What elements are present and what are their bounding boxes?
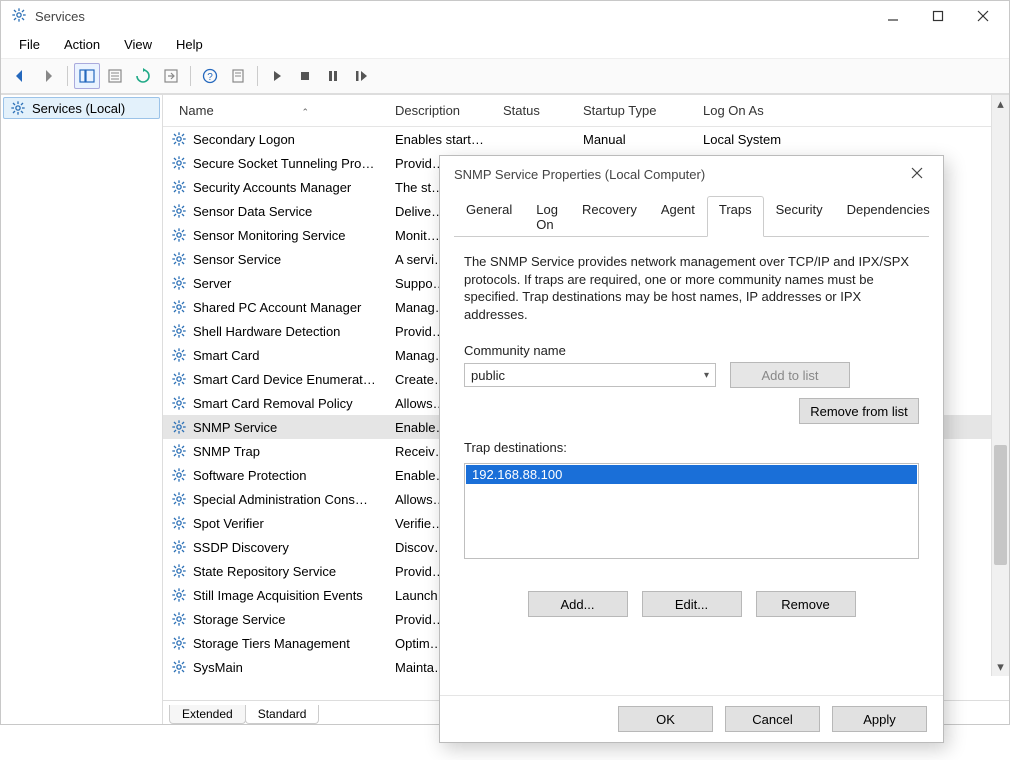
trap-destination-item[interactable]: 192.168.88.100 (466, 465, 917, 484)
gear-icon (171, 659, 187, 675)
gear-icon (11, 7, 27, 26)
edit-destination-button[interactable]: Edit... (642, 591, 742, 617)
restart-service-button[interactable] (348, 63, 374, 89)
gear-icon (171, 371, 187, 387)
menu-action[interactable]: Action (54, 35, 110, 54)
gear-icon (171, 347, 187, 363)
column-name[interactable]: Name⌃ (163, 99, 387, 122)
column-headers: Name⌃ Description Status Startup Type Lo… (163, 95, 1009, 127)
gear-icon (171, 515, 187, 531)
chevron-down-icon: ▾ (704, 370, 709, 381)
gear-icon (171, 539, 187, 555)
dialog-title: SNMP Service Properties (Local Computer) (454, 167, 901, 182)
dialog-tab-recovery[interactable]: Recovery (570, 196, 649, 237)
dialog-tabs: GeneralLog OnRecoveryAgentTrapsSecurityD… (454, 196, 929, 237)
dialog-titlebar: SNMP Service Properties (Local Computer) (440, 156, 943, 192)
scrollbar[interactable]: ▴ ▾ (991, 95, 1009, 676)
gear-icon (171, 299, 187, 315)
gear-icon (171, 587, 187, 603)
dialog-tab-dependencies[interactable]: Dependencies (835, 196, 942, 237)
refresh-button[interactable] (130, 63, 156, 89)
maximize-button[interactable] (915, 2, 960, 30)
gear-icon (171, 251, 187, 267)
trap-destinations-listbox[interactable]: 192.168.88.100 (464, 463, 919, 559)
titlebar: Services (1, 1, 1009, 31)
properties-button[interactable] (102, 63, 128, 89)
add-to-list-button[interactable]: Add to list (730, 362, 850, 388)
show-hide-tree-button[interactable] (74, 63, 100, 89)
tree-item-label: Services (Local) (32, 101, 125, 116)
trap-destinations-label: Trap destinations: (464, 440, 919, 455)
start-service-button[interactable] (264, 63, 290, 89)
ok-button[interactable]: OK (618, 706, 713, 732)
scroll-thumb[interactable] (994, 445, 1007, 565)
gear-icon (171, 419, 187, 435)
community-name-value: public (471, 368, 505, 383)
minimize-button[interactable] (870, 2, 915, 30)
gear-icon (171, 155, 187, 171)
dialog-tab-security[interactable]: Security (764, 196, 835, 237)
tree-services-local[interactable]: Services (Local) (3, 97, 160, 119)
left-pane: Services (Local) (1, 95, 163, 724)
column-logon[interactable]: Log On As (695, 99, 1009, 122)
community-name-combo[interactable]: public ▾ (464, 363, 716, 387)
apply-button[interactable]: Apply (832, 706, 927, 732)
column-startup[interactable]: Startup Type (575, 99, 695, 122)
properties-sheet-button[interactable] (225, 63, 251, 89)
gear-icon (171, 131, 187, 147)
scroll-up-icon[interactable]: ▴ (992, 95, 1009, 113)
tab-extended[interactable]: Extended (169, 705, 246, 724)
gear-icon (171, 491, 187, 507)
table-row[interactable]: Secondary LogonEnables start…ManualLocal… (163, 127, 1009, 151)
column-desc[interactable]: Description (387, 99, 495, 122)
gear-icon (171, 323, 187, 339)
tab-standard[interactable]: Standard (245, 705, 320, 724)
gear-icon (10, 100, 26, 116)
gear-icon (171, 443, 187, 459)
menubar: File Action View Help (1, 31, 1009, 59)
help-button[interactable]: ? (197, 63, 223, 89)
svg-text:?: ? (207, 72, 213, 83)
nav-back-button[interactable] (7, 63, 33, 89)
column-status[interactable]: Status (495, 99, 575, 122)
add-destination-button[interactable]: Add... (528, 591, 628, 617)
gear-icon (171, 227, 187, 243)
dialog-tab-agent[interactable]: Agent (649, 196, 707, 237)
gear-icon (171, 395, 187, 411)
gear-icon (171, 611, 187, 627)
nav-forward-button[interactable] (35, 63, 61, 89)
toolbar: ? (1, 59, 1009, 94)
window-title: Services (35, 9, 85, 24)
remove-from-list-button[interactable]: Remove from list (799, 398, 919, 424)
stop-service-button[interactable] (292, 63, 318, 89)
dialog-tab-log-on[interactable]: Log On (524, 196, 570, 237)
dialog-footer: OK Cancel Apply (440, 695, 943, 742)
gear-icon (171, 563, 187, 579)
scroll-down-icon[interactable]: ▾ (992, 658, 1009, 676)
properties-dialog: SNMP Service Properties (Local Computer)… (439, 155, 944, 743)
traps-tab-page: The SNMP Service provides network manage… (454, 237, 929, 685)
export-list-button[interactable] (158, 63, 184, 89)
dialog-tab-general[interactable]: General (454, 196, 524, 237)
gear-icon (171, 275, 187, 291)
menu-view[interactable]: View (114, 35, 162, 54)
gear-icon (171, 203, 187, 219)
pause-service-button[interactable] (320, 63, 346, 89)
menu-help[interactable]: Help (166, 35, 213, 54)
cancel-button[interactable]: Cancel (725, 706, 820, 732)
gear-icon (171, 179, 187, 195)
dialog-tab-traps[interactable]: Traps (707, 196, 764, 237)
gear-icon (171, 635, 187, 651)
remove-destination-button[interactable]: Remove (756, 591, 856, 617)
menu-file[interactable]: File (9, 35, 50, 54)
community-name-label: Community name (464, 343, 919, 358)
close-button[interactable] (960, 2, 1005, 30)
gear-icon (171, 467, 187, 483)
traps-description: The SNMP Service provides network manage… (464, 253, 919, 323)
dialog-close-button[interactable] (901, 167, 933, 182)
